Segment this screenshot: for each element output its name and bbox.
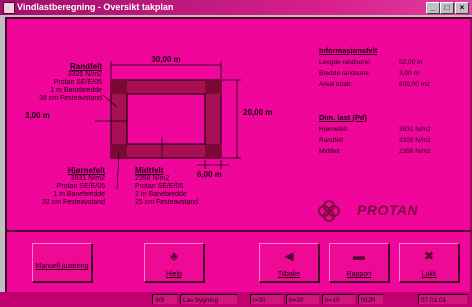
info-label: Lengde randsone: [319,59,372,66]
randfelt-callout: Randfelt 3326 N/m2 Protan SE/E/05 1 m Ba… [27,63,102,103]
status-country: NOR [358,294,384,305]
report-label: Rapport [346,271,372,278]
manual-adjust-button[interactable]: Manuell justering [32,243,92,282]
dim-last-value: 2358 N/m2 [399,148,431,155]
close-window-button[interactable]: × [455,2,469,14]
dim-last-value: 3326 N/m2 [399,137,431,144]
window-title: Vindlastberegning - Oversikt takplan [17,2,174,12]
hjornefelt-title: Hjørnefelt [67,166,105,175]
help-label: Hjelp [166,271,182,278]
info-title: Informasjonsfelt [319,46,378,55]
corner-zone [205,80,221,94]
dim-left-label: 3,00 m [25,111,50,120]
back-button[interactable]: ◀ Tilbake [259,243,319,282]
report-icon: ▬ [353,249,365,263]
close-button[interactable]: ✖ Lukk [399,243,459,282]
midtfelt-line: 2 m Banebredde [135,191,187,198]
randfelt-line: 38 cm Festeavstand [38,95,102,102]
status-height: h=10 [322,294,356,305]
minimize-button[interactable]: _ [426,2,440,14]
dim-last-value: 3931 N/m2 [399,126,431,133]
main-panel: 30,00 m 20,00 m 3,00 m 6,00 m Randfelt 3… [5,17,472,232]
help-icon: ♣ [170,249,178,263]
hjornefelt-line: Protan SE/E/05 [56,183,105,190]
back-arrow-icon: ◀ [284,249,294,263]
status-bar: 9/9 Lav bygning l=30 b=20 h=10 NOR 07.01… [0,292,472,307]
help-button[interactable]: ♣ Hjelp [144,243,204,282]
button-bar: Manuell justering ♣ Hjelp ◀ Tilbake ▬ Ra… [5,230,472,294]
dim-last-label: Midtfelt [319,148,340,155]
status-page: 9/9 [152,294,178,305]
dim-last-label: Hjørnefelt [319,126,348,133]
brand-name: PROTAN [357,202,419,218]
info-value: 600,00 m2 [399,81,430,88]
midtfelt-title: Midtfelt [135,166,164,175]
close-label: Lukk [421,271,437,278]
manual-adjust-label: Manuell justering [35,263,89,270]
dim-last-label: Randfelt [319,137,344,144]
app-window: Vindlastberegning - Oversikt takplan _ □… [0,0,472,307]
middle-zone [126,93,206,145]
app-icon [3,2,15,14]
maximize-button[interactable]: □ [440,2,454,14]
status-width: b=20 [286,294,320,305]
randfelt-line: 1 m Banebredde [50,87,102,94]
corner-zone [205,144,221,158]
info-value: 3,00 m [399,70,419,77]
hjornefelt-line: 3931 N/m2 [70,175,105,182]
randfelt-line: Protan SE/E/05 [53,79,102,86]
info-value: 52,00 m [399,59,423,66]
midtfelt-line: Protan SE/E/05 [135,183,184,190]
midtfelt-callout: Midtfelt 2358 N/m2 Protan SE/E/05 2 m Ba… [135,167,215,207]
hjornefelt-callout: Hjørnefelt 3931 N/m2 Protan SE/E/05 1 m … [25,167,105,207]
corner-zone [111,80,127,94]
dim-top-label: 30,00 m [151,55,181,64]
midtfelt-line: 25 cm Festeavstand [135,199,199,206]
status-length: l=30 [250,294,284,305]
midtfelt-line: 2358 N/m2 [135,175,170,182]
protan-logo-icon [318,200,340,222]
randfelt-title: Randfelt [70,62,102,71]
dim-right-label: 20,00 m [243,108,273,117]
hjornefelt-line: 32 cm Festeavstand [41,199,105,206]
close-icon: ✖ [423,249,435,263]
randfelt-line: 3326 N/m2 [67,71,102,78]
info-label: Bredde randsone: [319,70,371,77]
hjornefelt-line: 1 m Banebredde [53,191,105,198]
report-button[interactable]: ▬ Rapport [329,243,389,282]
back-label: Tilbake [277,271,301,278]
title-bar: Vindlastberegning - Oversikt takplan _ □… [0,0,472,15]
status-building-type: Lav bygning [180,294,238,305]
status-date: 07.01.01 [418,294,468,305]
info-label: Areal totalt: [319,81,352,88]
dim-last-title: Dim. last (Pd) [319,113,367,122]
